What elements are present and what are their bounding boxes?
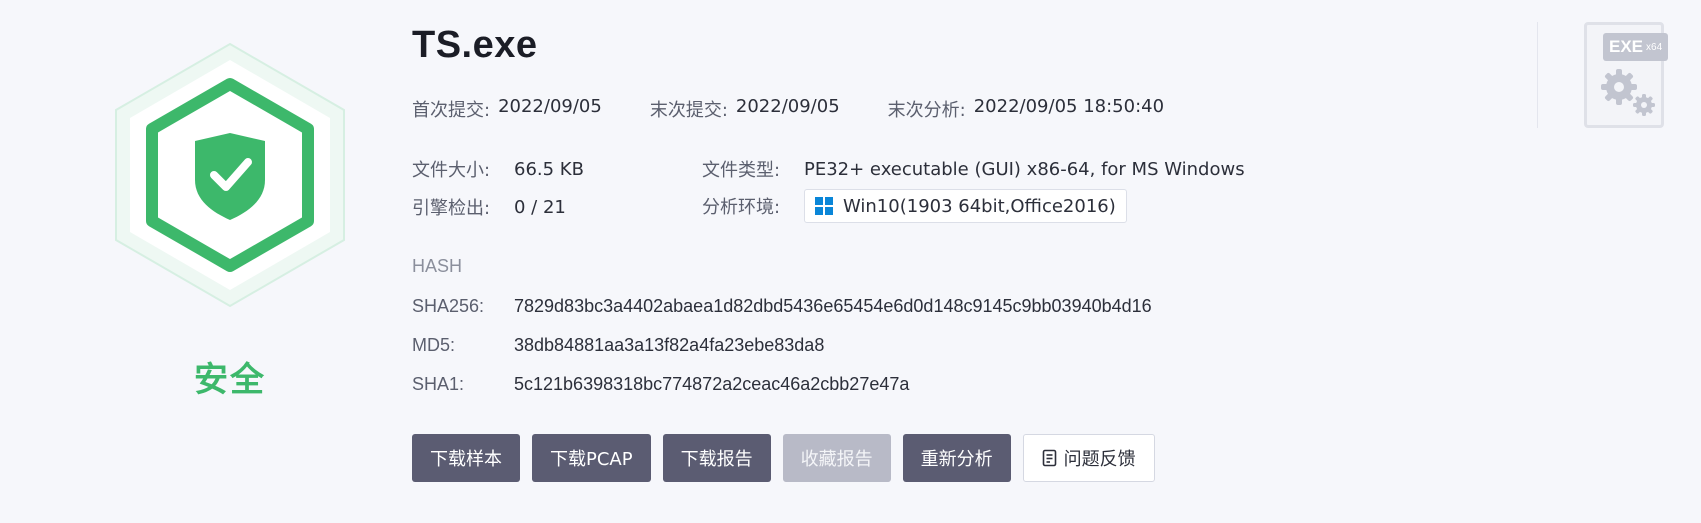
- verdict-panel: 安全: [110, 40, 350, 400]
- reanalyze-button[interactable]: 重新分析: [902, 434, 1011, 482]
- hash-section-title: HASH: [412, 256, 463, 276]
- sha256-value: 7829d83bc3a4402abaea1d82dbd5436e65454e6d…: [514, 296, 1152, 316]
- file-type-value: PE32+ executable (GUI) x86-64, for MS Wi…: [804, 158, 1245, 180]
- verdict-hexagon: [110, 40, 350, 310]
- md5-label: MD5:: [412, 335, 456, 355]
- download-report-button[interactable]: 下载报告: [662, 434, 771, 482]
- analysis-env-label: 分析环境:: [702, 197, 781, 218]
- file-type-badge: EXE x64: [1584, 22, 1669, 128]
- md5-value: 38db84881aa3a13f82a4fa23ebe83da8: [514, 335, 825, 355]
- analysis-env-badge: Win10(1903 64bit,Office2016): [804, 189, 1127, 223]
- file-type-tag-sub: x64: [1646, 41, 1663, 53]
- feedback-button[interactable]: 问题反馈: [1022, 434, 1155, 482]
- engine-detection-value: 0 / 21: [514, 196, 566, 218]
- feedback-icon: [1042, 449, 1056, 467]
- engine-detection: 引擎检出: 0 / 21: [412, 194, 566, 220]
- file-size-value: 66.5 KB: [514, 158, 584, 180]
- download-sample-button[interactable]: 下载样本: [412, 434, 520, 482]
- analysis-env-value: Win10(1903 64bit,Office2016): [843, 195, 1116, 217]
- last-analysis-value: 2022/09/05 18:50:40: [973, 96, 1165, 117]
- action-buttons: 下载样本 下载PCAP 下载报告 收藏报告 重新分析 问题反馈: [412, 434, 1167, 482]
- submission-meta: 首次提交: 2022/09/05 末次提交: 2022/09/05 末次分析: …: [412, 96, 1212, 122]
- verdict-label: 安全: [194, 360, 266, 400]
- file-name: TS.exe: [412, 24, 538, 66]
- last-submit: 末次提交: 2022/09/05: [650, 96, 840, 122]
- first-submit-value: 2022/09/05: [498, 96, 602, 117]
- vertical-divider: [1537, 22, 1538, 128]
- sha1-value: 5c121b6398318bc774872a2ceac46a2cbb27e47a: [514, 374, 910, 394]
- last-analysis-label: 末次分析:: [887, 100, 966, 121]
- last-submit-value: 2022/09/05: [735, 96, 840, 117]
- first-submit-label: 首次提交:: [412, 100, 491, 121]
- sha1-label: SHA1:: [412, 374, 465, 394]
- download-pcap-button[interactable]: 下载PCAP: [532, 434, 651, 482]
- file-type-label: 文件类型:: [702, 160, 781, 181]
- feedback-button-label: 问题反馈: [1063, 449, 1136, 470]
- file-type-tag: EXE x64: [1603, 33, 1669, 61]
- file-detail: TS.exe 首次提交: 2022/09/05 末次提交: 2022/09/05…: [412, 0, 1512, 523]
- favorite-report-button[interactable]: 收藏报告: [782, 434, 891, 482]
- engine-detection-label: 引擎检出:: [412, 198, 491, 219]
- sha256-label: SHA256:: [412, 296, 485, 316]
- md5-row: MD5: 38db84881aa3a13f82a4fa23ebe83da8: [412, 335, 824, 356]
- analysis-env: 分析环境: Win10(1903 64bit,Office2016): [702, 189, 1127, 223]
- file-size: 文件大小: 66.5 KB: [412, 156, 584, 182]
- file-size-label: 文件大小:: [412, 160, 491, 181]
- windows-icon: [815, 197, 833, 215]
- last-submit-label: 末次提交:: [649, 100, 728, 121]
- first-submit: 首次提交: 2022/09/05: [412, 96, 602, 122]
- sha256-row: SHA256: 7829d83bc3a4402abaea1d82dbd5436e…: [412, 296, 1152, 317]
- last-analysis: 末次分析: 2022/09/05 18:50:40: [888, 96, 1164, 122]
- file-type-tag-main: EXE: [1609, 37, 1644, 56]
- gear-icon: [1601, 69, 1655, 116]
- sha1-row: SHA1: 5c121b6398318bc774872a2ceac46a2cbb…: [412, 374, 909, 395]
- file-type: 文件类型: PE32+ executable (GUI) x86-64, for…: [702, 156, 1245, 182]
